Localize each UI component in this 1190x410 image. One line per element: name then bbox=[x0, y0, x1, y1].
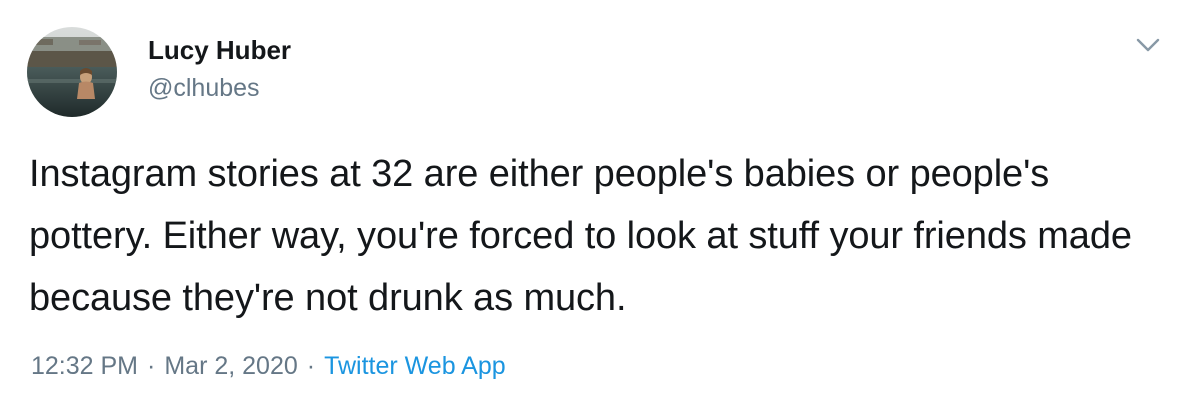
tweet-text: Instagram stories at 32 are either peopl… bbox=[29, 153, 1132, 319]
tweet-card: Lucy Huber @clhubes Instagram stories at… bbox=[0, 0, 1190, 410]
tweet-meta: 12:32 PM · Mar 2, 2020 · Twitter Web App bbox=[31, 350, 506, 382]
chevron-down-icon[interactable] bbox=[1130, 30, 1166, 60]
avatar-photo bbox=[27, 27, 117, 117]
avatar[interactable] bbox=[27, 27, 117, 117]
separator: · bbox=[306, 352, 316, 380]
user-handle[interactable]: @clhubes bbox=[148, 72, 260, 104]
separator: · bbox=[147, 352, 156, 380]
tweet-date[interactable]: Mar 2, 2020 bbox=[164, 352, 297, 380]
display-name[interactable]: Lucy Huber bbox=[148, 34, 291, 66]
tweet-time[interactable]: 12:32 PM bbox=[31, 352, 138, 380]
tweet-source-link[interactable]: Twitter Web App bbox=[324, 352, 506, 380]
